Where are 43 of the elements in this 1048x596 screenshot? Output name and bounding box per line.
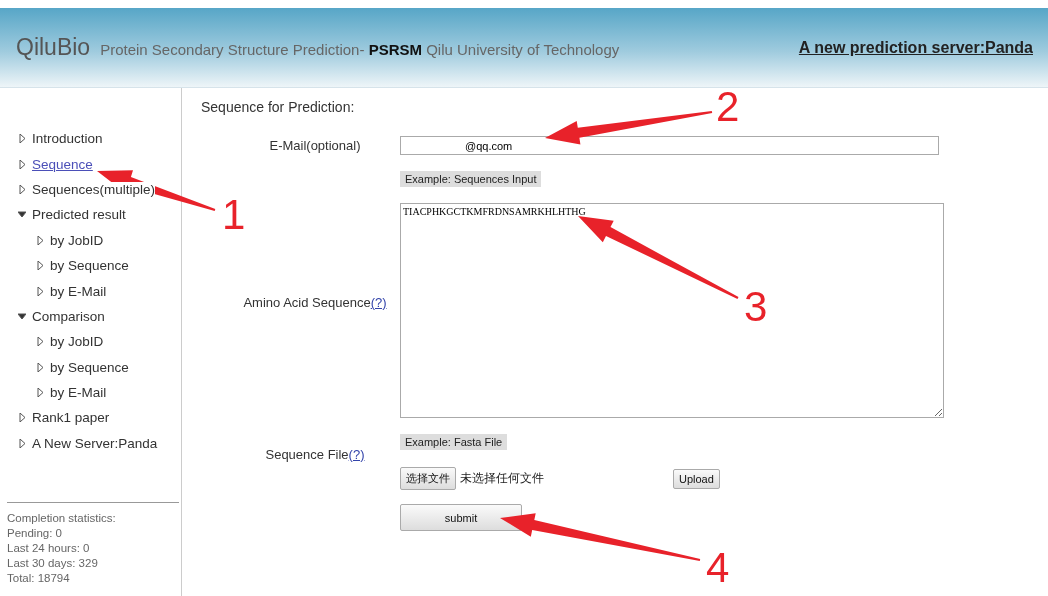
- sidebar-item[interactable]: by Sequence: [50, 258, 129, 274]
- server-link[interactable]: A new prediction server:Panda: [798, 38, 1033, 57]
- submit-button[interactable]: submit: [400, 504, 522, 531]
- field-label: Sequence File(?): [264, 446, 366, 462]
- file-status: 未选择任何文件: [460, 470, 545, 487]
- sidebar-item[interactable]: by JobID: [50, 334, 104, 350]
- collapsed-arrow-icon[interactable]: [36, 261, 44, 271]
- field-label: E-Mail(optional): [268, 138, 362, 153]
- collapsed-arrow-icon[interactable]: [36, 388, 44, 398]
- example-button[interactable]: Example: Fasta File: [400, 434, 508, 450]
- collapsed-arrow-icon[interactable]: [36, 235, 44, 245]
- annotation-number: 2: [716, 83, 740, 130]
- choose-file-button[interactable]: 选择文件: [400, 467, 456, 490]
- upload-button[interactable]: Upload: [673, 468, 720, 489]
- field-label: Amino Acid Sequence(?): [242, 295, 388, 310]
- example-button[interactable]: Example: Sequences Input: [400, 171, 542, 187]
- site-subtitle: Protein Secondary Structure Prediction- PSRSM Qilu University of Technology: [100, 41, 620, 58]
- sidebar-item[interactable]: Rank1 paper: [32, 410, 110, 426]
- stat-line: Last 24 hours: 0: [7, 541, 91, 556]
- annotation-number: 3: [744, 283, 768, 330]
- annotation-number: 1: [222, 191, 246, 238]
- sidebar-item[interactable]: Sequences(multiple): [32, 181, 156, 197]
- stat-line: Pending: 0: [7, 526, 63, 541]
- email-field[interactable]: @qq.com: [400, 136, 939, 155]
- collapsed-arrow-icon[interactable]: [36, 286, 44, 296]
- stat-line: Last 30 days: 329: [7, 556, 99, 571]
- collapsed-arrow-icon[interactable]: [18, 438, 26, 448]
- stat-line: Completion statistics:: [7, 511, 117, 526]
- sidebar-item[interactable]: by E-Mail: [50, 385, 107, 401]
- expanded-arrow-icon[interactable]: [18, 210, 26, 220]
- form-title: Sequence for Prediction:: [201, 99, 355, 115]
- collapsed-arrow-icon[interactable]: [18, 159, 26, 169]
- collapsed-arrow-icon[interactable]: [18, 184, 26, 194]
- help-link[interactable]: (?): [348, 446, 365, 462]
- collapsed-arrow-icon[interactable]: [36, 362, 44, 372]
- logo: QiluBio: [16, 34, 91, 61]
- collapsed-arrow-icon[interactable]: [36, 337, 44, 347]
- collapsed-arrow-icon[interactable]: [18, 413, 26, 423]
- stat-line: Total: 18794: [7, 571, 71, 586]
- collapsed-arrow-icon[interactable]: [18, 134, 26, 144]
- annotation-number: 4: [706, 544, 730, 591]
- help-link[interactable]: (?): [370, 295, 387, 310]
- expanded-arrow-icon[interactable]: [18, 311, 26, 321]
